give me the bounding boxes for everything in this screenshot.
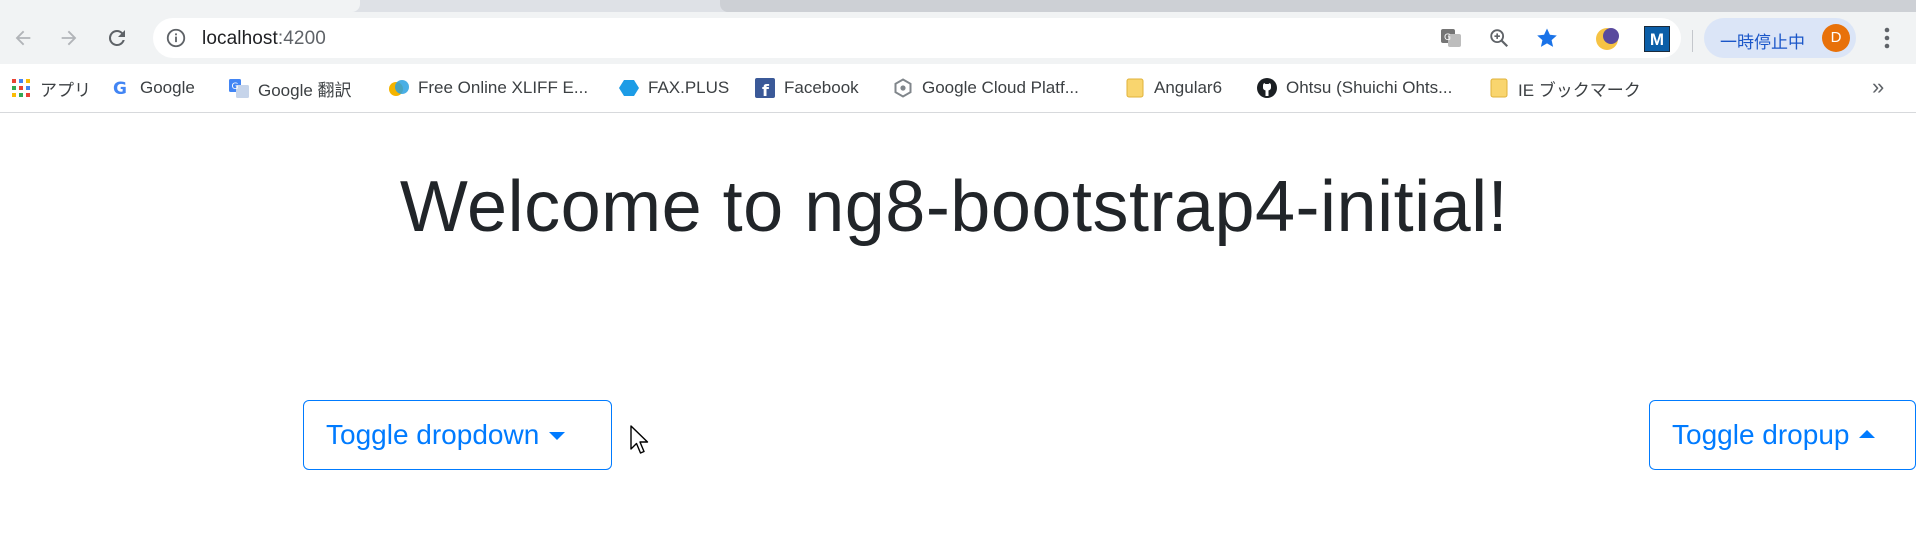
toggle-dropdown-button[interactable]: Toggle dropdown bbox=[303, 400, 612, 470]
url-host: localhost bbox=[202, 28, 278, 49]
bookmark-label: Free Online XLIFF E... bbox=[418, 78, 589, 97]
toolbar-separator bbox=[1692, 30, 1693, 52]
google-translate-icon: G bbox=[228, 77, 250, 99]
bookmark-google-cloud[interactable]: Google Cloud Platf... bbox=[892, 76, 1079, 100]
url-text: localhost:4200 bbox=[202, 28, 326, 50]
folder-icon bbox=[1124, 77, 1146, 99]
xliff-icon bbox=[388, 77, 410, 99]
reload-button[interactable] bbox=[102, 23, 132, 53]
forward-button[interactable] bbox=[54, 23, 84, 53]
active-tab-edge[interactable] bbox=[0, 0, 360, 12]
reload-icon bbox=[108, 29, 125, 46]
bookmark-faxplus[interactable]: FAX.PLUS bbox=[618, 76, 729, 100]
bookmark-apps[interactable]: アプリ bbox=[10, 76, 91, 100]
back-arrow-icon bbox=[15, 30, 31, 46]
bookmark-label: Google Cloud Platf... bbox=[922, 78, 1079, 97]
dark-mode-extension-icon[interactable] bbox=[1594, 26, 1620, 52]
bookmark-label: Google 翻訳 bbox=[258, 80, 352, 100]
mouse-cursor-icon bbox=[630, 425, 649, 454]
cloud-icon bbox=[892, 77, 914, 99]
kebab-menu-icon bbox=[1884, 27, 1890, 49]
profile-avatar: D bbox=[1822, 24, 1850, 52]
svg-text:G: G bbox=[232, 82, 239, 92]
back-button[interactable] bbox=[8, 23, 38, 53]
tab-strip bbox=[0, 0, 1916, 12]
url-port: :4200 bbox=[277, 28, 326, 49]
facebook-icon: f bbox=[754, 77, 776, 99]
toggle-dropup-button[interactable]: Toggle dropup bbox=[1649, 400, 1916, 470]
forward-arrow-icon bbox=[61, 30, 77, 46]
sync-paused-button[interactable]: 一時停止中 D bbox=[1704, 18, 1856, 58]
toggle-dropdown-label: Toggle dropdown bbox=[326, 419, 540, 450]
page-title: Welcome to ng8-bootstrap4-initial! bbox=[399, 167, 1509, 248]
svg-text:f: f bbox=[762, 81, 770, 98]
caret-down-icon bbox=[549, 432, 566, 440]
bookmark-google-translate[interactable]: G Google 翻訳 bbox=[228, 76, 352, 100]
browser-menu-button[interactable] bbox=[1872, 23, 1902, 53]
m-extension-icon[interactable]: M bbox=[1644, 26, 1670, 52]
sync-paused-label: 一時停止中 bbox=[1720, 33, 1805, 52]
bookmark-facebook[interactable]: f Facebook bbox=[754, 76, 859, 100]
toggle-dropup-label: Toggle dropup bbox=[1672, 419, 1850, 450]
bookmarks-overflow-chevron-icon[interactable]: » bbox=[1872, 74, 1884, 100]
bookmark-label: Facebook bbox=[784, 78, 859, 97]
svg-text:G: G bbox=[1444, 33, 1451, 43]
bookmark-google[interactable]: G Google bbox=[110, 76, 195, 100]
bookmarks-bar: アプリ G Google G Google 翻訳 Free Online XLI… bbox=[0, 64, 1916, 113]
folder-icon bbox=[1488, 77, 1510, 99]
browser-toolbar: localhost:4200 G M 一時停止中 D bbox=[0, 12, 1916, 64]
bookmark-folder-ie[interactable]: IE ブックマーク bbox=[1488, 76, 1641, 100]
zoom-icon[interactable] bbox=[1487, 26, 1511, 50]
github-icon bbox=[1256, 77, 1278, 99]
tab-strip-background bbox=[720, 0, 1916, 12]
bookmark-folder-angular6[interactable]: Angular6 bbox=[1124, 76, 1222, 100]
address-bar[interactable]: localhost:4200 G bbox=[153, 18, 1681, 58]
translate-page-icon[interactable]: G bbox=[1439, 26, 1463, 50]
bookmark-label: IE ブックマーク bbox=[1518, 80, 1641, 100]
svg-text:G: G bbox=[113, 79, 127, 98]
bookmark-xliff-editor[interactable]: Free Online XLIFF E... bbox=[388, 76, 588, 100]
bookmark-github[interactable]: Ohtsu (Shuichi Ohts... bbox=[1256, 76, 1452, 100]
info-icon[interactable] bbox=[165, 27, 187, 49]
caret-up-icon bbox=[1859, 430, 1876, 438]
bookmark-label: Angular6 bbox=[1154, 78, 1223, 97]
bookmark-label: Ohtsu (Shuichi Ohts... bbox=[1286, 78, 1453, 97]
google-g-icon: G bbox=[110, 77, 132, 99]
apps-grid-icon bbox=[10, 77, 32, 99]
bookmark-label: アプリ bbox=[40, 80, 91, 100]
bookmark-label: FAX.PLUS bbox=[648, 78, 730, 97]
bookmark-label: Google bbox=[140, 78, 195, 97]
bookmark-star-icon[interactable] bbox=[1535, 26, 1559, 50]
faxplus-icon bbox=[618, 77, 640, 99]
